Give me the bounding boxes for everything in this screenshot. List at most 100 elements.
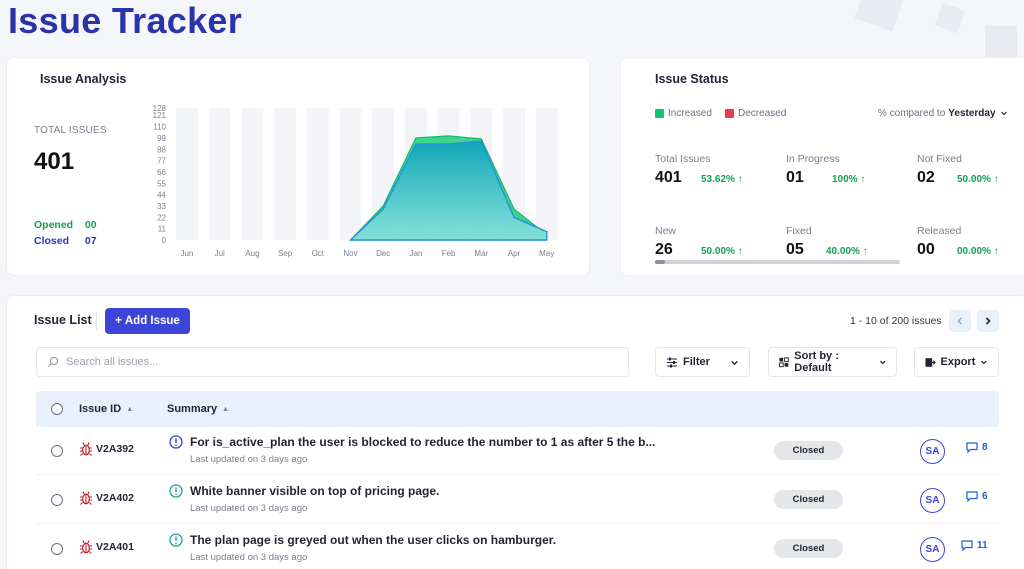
status-badge[interactable]: Closed — [774, 441, 843, 460]
background-bar-jun — [176, 108, 198, 240]
table-row[interactable]: V2A401 The plan page is greyed out when … — [36, 525, 999, 569]
y-tick-label: 99 — [157, 134, 166, 143]
issue-status-title: Issue Status — [655, 72, 729, 86]
x-tick-label: Dec — [376, 249, 390, 258]
status-progress-bar — [655, 260, 900, 264]
chevron-down-icon — [981, 360, 987, 365]
row-select-radio[interactable] — [51, 543, 63, 555]
sort-asc-icon: ▲ — [222, 405, 230, 413]
comment-icon — [966, 491, 978, 502]
assignee-avatar[interactable]: SA — [920, 488, 945, 513]
page-title: Issue Tracker — [8, 0, 243, 41]
issue-list-title: Issue List — [34, 313, 92, 327]
comment-count[interactable]: 11 — [961, 540, 988, 551]
column-issue-id[interactable]: Issue ID ▲ — [79, 403, 133, 415]
y-tick-label: 66 — [157, 168, 166, 177]
column-summary[interactable]: Summary ▲ — [167, 403, 229, 415]
background-bar-aug — [241, 108, 264, 240]
y-tick-label: 11 — [158, 225, 167, 234]
last-updated: Last updated on 3 days ago — [190, 552, 308, 563]
background-bar-nov — [339, 108, 362, 240]
arrow-up-icon: ↑ — [862, 246, 868, 257]
add-issue-button[interactable]: + Add Issue — [105, 308, 190, 334]
x-tick-label: Jul — [215, 249, 225, 258]
legend-decreased-label: Decreased — [738, 108, 787, 119]
x-tick-label: Sep — [278, 249, 293, 258]
next-page-button[interactable] — [977, 310, 999, 332]
sort-button[interactable]: Sort by : Default — [768, 347, 897, 377]
search-box[interactable] — [36, 347, 629, 377]
stat-new: New 26 50.00% ↑ — [655, 225, 743, 258]
chevron-down-icon — [1001, 111, 1008, 116]
filter-sliders-icon — [667, 357, 677, 367]
issue-analysis-chart: 0112233445566778899110121128 Jun Jul Aug Se… — [153, 104, 558, 258]
sort-asc-icon: ▲ — [126, 405, 134, 413]
y-tick-label: 33 — [157, 202, 166, 211]
row-select-radio[interactable] — [51, 494, 63, 506]
x-tick-label: Nov — [343, 249, 357, 258]
issue-id[interactable]: V2A402 — [96, 492, 134, 504]
bug-icon — [80, 491, 92, 505]
issue-summary[interactable]: The plan page is greyed out when the use… — [190, 533, 556, 547]
issue-id[interactable]: V2A392 — [96, 443, 134, 455]
status-badge[interactable]: Closed — [774, 490, 843, 509]
x-tick-label: Jun — [181, 249, 194, 258]
y-tick-label: 88 — [157, 145, 166, 154]
comment-count[interactable]: 8 — [966, 442, 988, 453]
table-header: Issue ID ▲ Summary ▲ — [36, 391, 999, 427]
search-icon — [48, 356, 59, 367]
info-icon — [169, 533, 183, 547]
sort-grid-icon — [779, 356, 789, 367]
export-button[interactable]: Export — [914, 347, 999, 377]
background-decoration — [985, 26, 1017, 58]
issue-id[interactable]: V2A401 — [96, 541, 134, 553]
stat-total-issues: Total Issues 401 53.62% ↑ — [655, 153, 743, 186]
total-issues-value: 401 — [34, 148, 75, 175]
select-all-radio[interactable] — [51, 403, 63, 415]
last-updated: Last updated on 3 days ago — [190, 503, 308, 514]
background-bar-oct — [306, 108, 329, 240]
y-tick-label: 22 — [157, 213, 166, 222]
closed-row: Closed 07 — [34, 235, 97, 247]
arrow-up-icon: ↑ — [993, 246, 999, 257]
background-bar-jul — [208, 108, 231, 240]
comment-icon — [961, 540, 973, 551]
pagination-text: 1 - 10 of 200 issues — [850, 315, 942, 327]
info-icon — [169, 484, 183, 498]
filter-button[interactable]: Filter — [655, 347, 750, 377]
background-bar-may — [535, 108, 558, 240]
chevron-left-icon — [957, 317, 963, 325]
plus-icon: + — [115, 315, 122, 327]
table-row[interactable]: V2A392 For is_active_plan the user is bl… — [36, 427, 999, 475]
closed-label: Closed — [34, 235, 70, 247]
stat-released: Released 00 00.00% ↑ — [917, 225, 999, 258]
total-issues-label: TOTAL ISSUES — [34, 125, 107, 136]
issue-summary[interactable]: White banner visible on top of pricing p… — [190, 484, 439, 498]
status-progress-fill — [655, 260, 665, 264]
x-tick-label: May — [539, 249, 554, 258]
chevron-down-icon — [879, 360, 885, 365]
y-tick-label: 0 — [162, 236, 167, 245]
comment-count[interactable]: 6 — [966, 491, 988, 502]
comment-icon — [966, 442, 978, 453]
compare-selector[interactable]: % compared to Yesterday — [878, 108, 1008, 119]
prev-page-button[interactable] — [949, 310, 971, 332]
issue-summary[interactable]: For is_active_plan the user is blocked t… — [190, 435, 655, 449]
closed-value: 07 — [84, 235, 97, 247]
assignee-avatar[interactable]: SA — [920, 537, 945, 562]
row-select-radio[interactable] — [51, 445, 63, 457]
stat-in-progress: In Progress 01 100% ↑ — [786, 153, 866, 186]
assignee-avatar[interactable]: SA — [920, 439, 945, 464]
stat-fixed: Fixed 05 40.00% ↑ — [786, 225, 868, 258]
increased-swatch — [655, 109, 664, 118]
table-row[interactable]: V2A402 White banner visible on top of pr… — [36, 476, 999, 524]
divider — [96, 312, 97, 330]
legend-increased: Increased — [655, 108, 712, 119]
search-input[interactable] — [66, 356, 606, 368]
arrow-up-icon: ↑ — [737, 246, 743, 257]
x-tick-label: Mar — [474, 249, 488, 258]
issue-analysis-title: Issue Analysis — [40, 72, 127, 86]
x-tick-label: Jan — [409, 249, 422, 258]
status-badge[interactable]: Closed — [774, 539, 843, 558]
x-tick-label: Aug — [245, 249, 259, 258]
